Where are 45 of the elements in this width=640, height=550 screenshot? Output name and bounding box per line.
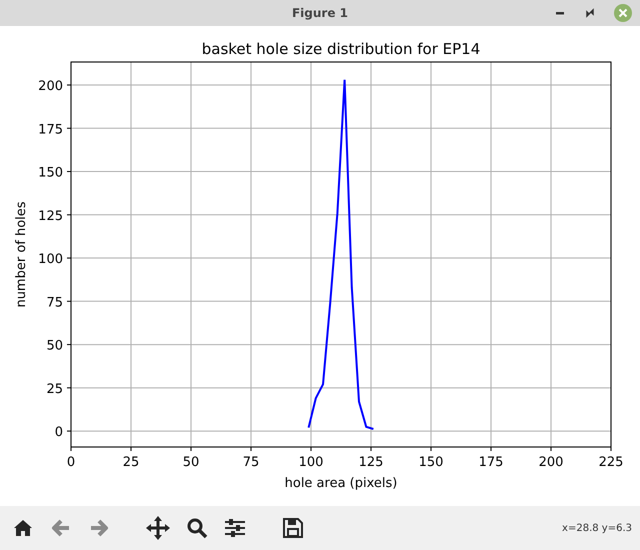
tick-mark	[66, 387, 72, 388]
tick-mark	[66, 430, 72, 432]
tick-mark	[66, 300, 72, 302]
tick-mark	[66, 214, 72, 216]
tick-mark	[250, 446, 252, 452]
tick-mark	[130, 446, 132, 452]
x-tick-label: 150	[418, 455, 444, 470]
y-axis-label: number of holes	[14, 201, 29, 308]
window-title: Figure 1	[292, 6, 348, 20]
y-tick-label: 150	[38, 166, 63, 181]
y-tick-label: 0	[54, 425, 63, 440]
x-tick-label: 175	[478, 455, 504, 470]
x-tick-label: 50	[182, 455, 200, 470]
tick-mark	[66, 258, 72, 259]
tick-mark	[310, 446, 312, 452]
y-tick-label: 100	[38, 252, 63, 268]
tick-mark	[66, 171, 72, 172]
y-tick-label: 175	[38, 122, 63, 138]
cursor-coordinates: x=28.8 y=6.3	[562, 522, 632, 534]
tick-mark	[370, 446, 372, 452]
tick-mark	[610, 446, 612, 452]
x-tick-label: 0	[66, 455, 76, 470]
y-tick-label: 75	[46, 295, 63, 310]
x-tick-label: 100	[298, 455, 324, 470]
tick-mark	[190, 446, 192, 452]
tick-mark	[70, 446, 72, 452]
tick-mark	[66, 344, 72, 346]
tick-mark	[66, 84, 72, 86]
tick-mark	[66, 128, 72, 129]
x-tick-label: 200	[538, 455, 564, 470]
x-tick-label: 75	[242, 455, 260, 470]
y-tick-label: 125	[38, 208, 63, 224]
x-tick-label: 25	[122, 455, 140, 470]
x-tick-label: 225	[598, 455, 624, 470]
y-tick-label: 50	[46, 338, 63, 354]
tick-mark	[490, 446, 492, 452]
save-button[interactable]	[280, 515, 306, 541]
pan-button[interactable]	[144, 514, 172, 542]
tick-mark	[550, 446, 552, 452]
chart-title: basket hole size distribution for EP14	[202, 40, 480, 58]
y-tick-label: 25	[46, 382, 63, 397]
y-tick-label: 200	[38, 79, 63, 94]
x-tick-label: 125	[358, 455, 384, 470]
tick-mark	[430, 446, 432, 452]
x-axis-label: hole area (pixels)	[284, 476, 398, 491]
